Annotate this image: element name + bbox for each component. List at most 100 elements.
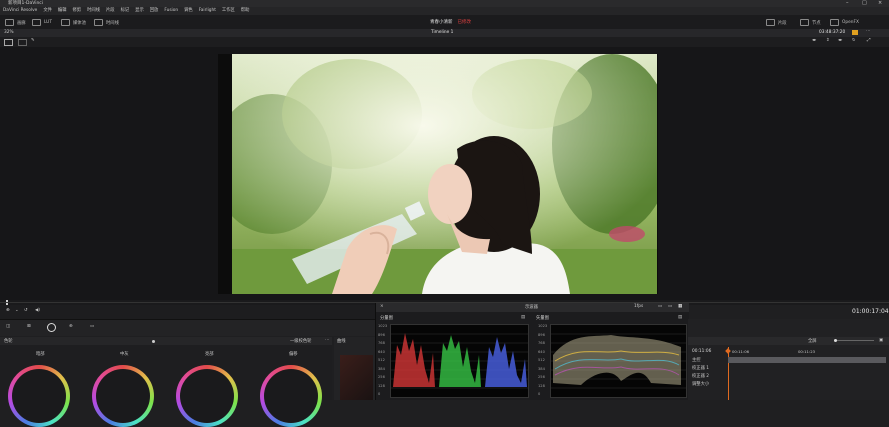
fullscreen-icon[interactable]: ⤢ (867, 38, 870, 43)
timeline-button[interactable]: 时间线 (94, 19, 119, 26)
layout-single-icon[interactable]: ▭ (658, 304, 662, 309)
zoom-dropdown[interactable]: 32% (4, 30, 14, 35)
menu-item[interactable]: 调色 (184, 7, 193, 15)
menu-item[interactable]: 片段 (106, 7, 115, 15)
wheel-label-gamma: 中灰 (120, 352, 129, 357)
scope-settings-icon[interactable]: ▤ (678, 315, 682, 320)
lut-button[interactable]: LUT (32, 19, 52, 26)
waveform-scale: 1023 896 768 640 512 384 256 128 0 (538, 324, 548, 396)
menu-item[interactable]: 回放 (150, 7, 159, 15)
waveform-scope (550, 324, 687, 398)
loop-icon[interactable]: ↺ (24, 308, 28, 313)
scopes-title: 示波器 (525, 305, 538, 310)
clips-icon (766, 19, 775, 26)
zoom-slider-handle[interactable] (834, 339, 837, 342)
menu-item[interactable]: 时间线 (87, 7, 100, 15)
zoom-slider[interactable] (834, 340, 874, 341)
menu-item[interactable]: 显示 (135, 7, 144, 15)
menu-item[interactable]: 文件 (43, 7, 52, 15)
audio-icon[interactable]: ◀) (35, 308, 40, 313)
view-mode-dropdown[interactable]: 全屏 (808, 338, 817, 344)
media-pool-icon (61, 19, 70, 26)
timeline-name[interactable]: Timeline 1 (431, 30, 453, 35)
more-icon[interactable]: ⋯ (325, 338, 329, 343)
close-icon[interactable]: × (878, 0, 882, 7)
menu-item[interactable]: Fairlight (199, 7, 216, 15)
menu-item[interactable]: 工作区 (222, 7, 235, 15)
title-bar: 新项目1-DaVinci – □ × (0, 0, 889, 7)
right-scope-mode[interactable]: 矢量图 (536, 315, 549, 321)
minimize-icon[interactable]: – (846, 0, 849, 7)
menu-item[interactable]: DaVinci Resolve (3, 7, 37, 15)
arrows-icon[interactable]: ◂▸ (838, 38, 842, 43)
wheels-header: 色轮 一级校色轮 ⋯ (0, 337, 332, 345)
curves-graph[interactable] (340, 355, 373, 400)
node-item-master[interactable]: 主控 (688, 357, 726, 365)
dial-icon[interactable]: ⊛ (6, 308, 10, 313)
node-item-corrector-2[interactable]: 校正器 2 (688, 373, 726, 381)
sync-icon[interactable] (852, 30, 858, 35)
wipe-icon[interactable]: ◂▸ (812, 38, 816, 43)
color-match-icon[interactable]: ⊠ (27, 324, 31, 329)
node-timeline-panel: 全屏 ▣ 00:11:06 00:11:06 00:11:23 主控 校正器 1… (688, 319, 889, 400)
close-icon[interactable]: × (380, 304, 384, 309)
motion-effects-icon[interactable]: ▭ (90, 324, 94, 329)
node-timecode-left: 00:11:06 (692, 349, 712, 354)
track-bar[interactable] (728, 357, 886, 363)
left-scope-mode[interactable]: 分量图 (380, 315, 393, 321)
image-wipe-icon[interactable] (4, 39, 13, 46)
color-wheels-icon[interactable] (47, 323, 56, 332)
color-wheels-panel: 暗部 中灰 亮部 偏移 (0, 345, 332, 427)
panel-options-icon[interactable]: ▣ (879, 338, 883, 343)
openfx-icon (830, 19, 839, 26)
viewer-header: 32% Timeline 1 03:48:37:20 ⋯ (0, 29, 889, 37)
top-toolbar: 画廊 LUT 媒体池 时间线 青春小清新 已修改 片段 节点 OpenFX (0, 15, 889, 30)
gamma-wheel[interactable] (92, 365, 154, 427)
parade-scope (390, 324, 529, 398)
viewer-toolbar: ✎ ◂▸ ⇕ ◂▸ ↻ ⤢ (0, 37, 889, 47)
curves-title: 曲线 (337, 339, 346, 344)
transport-bar: ⊛ ⌄ ↺ ◀) (0, 305, 375, 319)
wheel-label-gain: 亮部 (205, 352, 214, 357)
video-frame-image (232, 54, 657, 294)
camera-raw-icon[interactable]: ◫ (6, 324, 10, 329)
maximize-icon[interactable]: □ (862, 0, 867, 7)
node-item-resize[interactable]: 调整大小 (688, 381, 726, 389)
rgb-mixer-icon[interactable]: ⊛ (69, 324, 73, 329)
lift-wheel[interactable] (8, 365, 70, 427)
menu-item[interactable]: 修剪 (73, 7, 82, 15)
layout-quad-icon[interactable]: ▦ (678, 304, 682, 309)
playhead-line (728, 347, 729, 400)
wheel-label-offset: 偏移 (289, 352, 298, 357)
page-dot-icon[interactable] (152, 340, 155, 343)
offset-wheel[interactable] (260, 365, 322, 427)
menu-item[interactable]: 编辑 (58, 7, 67, 15)
chevron-down-icon[interactable]: ⌄ (15, 308, 19, 313)
node-list: 主控 校正器 1 校正器 2 调整大小 (688, 357, 726, 389)
node-panel-header: 全屏 ▣ (688, 337, 889, 345)
source-timecode: 03:48:37:20 (819, 30, 846, 35)
menu-item[interactable]: Fusion (164, 7, 178, 15)
gain-wheel[interactable] (176, 365, 238, 427)
media-pool-button[interactable]: 媒体池 (61, 19, 86, 26)
split-screen-icon[interactable] (18, 39, 27, 46)
wheel-mode-dropdown[interactable]: 一级校色轮 (290, 338, 311, 344)
highlight-icon[interactable]: ✎ (31, 38, 35, 43)
menu-item[interactable]: 帮助 (241, 7, 250, 15)
gallery-button[interactable]: 画廊 (5, 19, 26, 26)
layout-dual-icon[interactable]: ▭ (668, 304, 672, 309)
openfx-button[interactable]: OpenFX (830, 19, 859, 26)
viewer-options-icon[interactable]: ⋯ (866, 29, 870, 34)
flip-icon[interactable]: ⇕ (826, 38, 830, 43)
scope-rate-dropdown[interactable]: 1fps (634, 304, 643, 309)
menu-item[interactable]: 标记 (121, 7, 130, 15)
waveform-trace (551, 333, 686, 389)
project-status: 已修改 (457, 20, 472, 25)
menu-bar: DaVinci Resolve 文件 编辑 修剪 时间线 片段 标记 显示 回放… (0, 7, 889, 15)
scope-settings-icon[interactable]: ▤ (521, 315, 525, 320)
nodes-button[interactable]: 节点 (800, 19, 821, 26)
record-timecode: 01:00:17:04 (852, 308, 889, 315)
loop-icon[interactable]: ↻ (852, 38, 856, 43)
clips-button[interactable]: 片段 (766, 19, 787, 26)
node-item-corrector-1[interactable]: 校正器 1 (688, 365, 726, 373)
